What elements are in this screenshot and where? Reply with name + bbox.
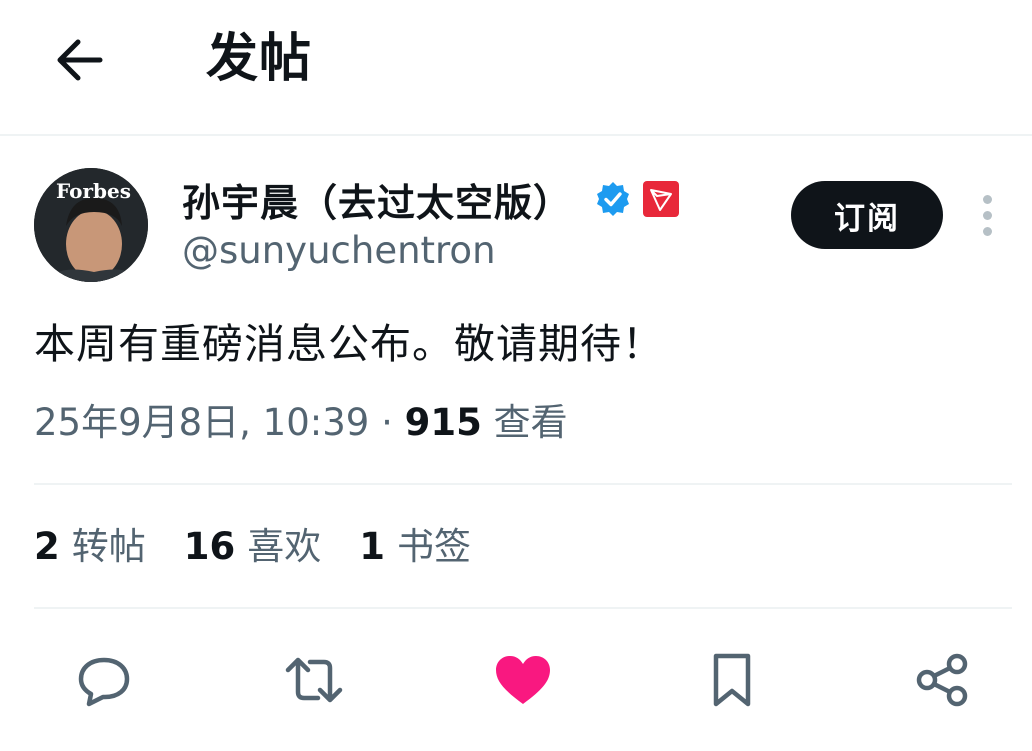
views-count: 915: [404, 401, 482, 444]
top-bar: 发帖: [0, 0, 1032, 136]
like-button[interactable]: [493, 650, 553, 710]
page-title: 发帖: [206, 29, 313, 89]
back-button[interactable]: [50, 33, 108, 87]
back-arrow-icon: [57, 39, 103, 81]
verified-badge-icon: [597, 182, 630, 216]
tron-affiliate-icon[interactable]: [642, 180, 680, 218]
tweet-timestamp[interactable]: 25年9月8日, 10:39: [34, 401, 369, 444]
retweets-stat[interactable]: 2 转帖: [34, 520, 146, 574]
author-handle[interactable]: @sunyuchentron: [182, 226, 496, 276]
divider: [34, 607, 1012, 609]
bookmarks-count: 1: [359, 525, 385, 568]
retweets-count: 2: [34, 525, 60, 568]
bookmarks-label: 书签: [397, 525, 471, 568]
likes-label: 喜欢: [247, 525, 322, 568]
reply-button[interactable]: [74, 650, 134, 710]
meta-separator: ·: [381, 401, 393, 444]
like-heart-icon: [496, 656, 550, 704]
avatar-logo-text: Forbes: [56, 179, 131, 203]
retweets-label: 转帖: [71, 525, 146, 568]
author-name[interactable]: 孙宇晨（去过太空版）: [182, 172, 572, 227]
more-dots-icon: [983, 195, 992, 204]
subscribe-button[interactable]: 订阅: [791, 181, 943, 249]
bookmarks-stat[interactable]: 1 书签: [359, 520, 471, 574]
divider: [34, 483, 1012, 485]
tweet-meta: 25年9月8日, 10:39 · 915 查看: [34, 396, 568, 450]
more-options-button[interactable]: [974, 193, 1002, 237]
views-label: 查看: [493, 401, 568, 444]
retweet-icon: [285, 657, 343, 703]
tweet-text: 本周有重磅消息公布。敬请期待！: [34, 320, 664, 368]
likes-count: 16: [183, 525, 236, 568]
engagement-stats: 2 转帖 16 喜欢 1 书签: [34, 520, 509, 574]
bookmark-button[interactable]: [702, 650, 762, 710]
avatar[interactable]: Forbes: [34, 168, 148, 282]
retweet-button[interactable]: [284, 650, 344, 710]
likes-stat[interactable]: 16 喜欢: [184, 520, 322, 574]
reply-icon: [78, 657, 130, 707]
share-icon: [916, 653, 968, 707]
share-button[interactable]: [912, 650, 972, 710]
author-name-row: 孙宇晨（去过太空版）: [182, 170, 680, 228]
bookmark-icon: [713, 653, 751, 707]
